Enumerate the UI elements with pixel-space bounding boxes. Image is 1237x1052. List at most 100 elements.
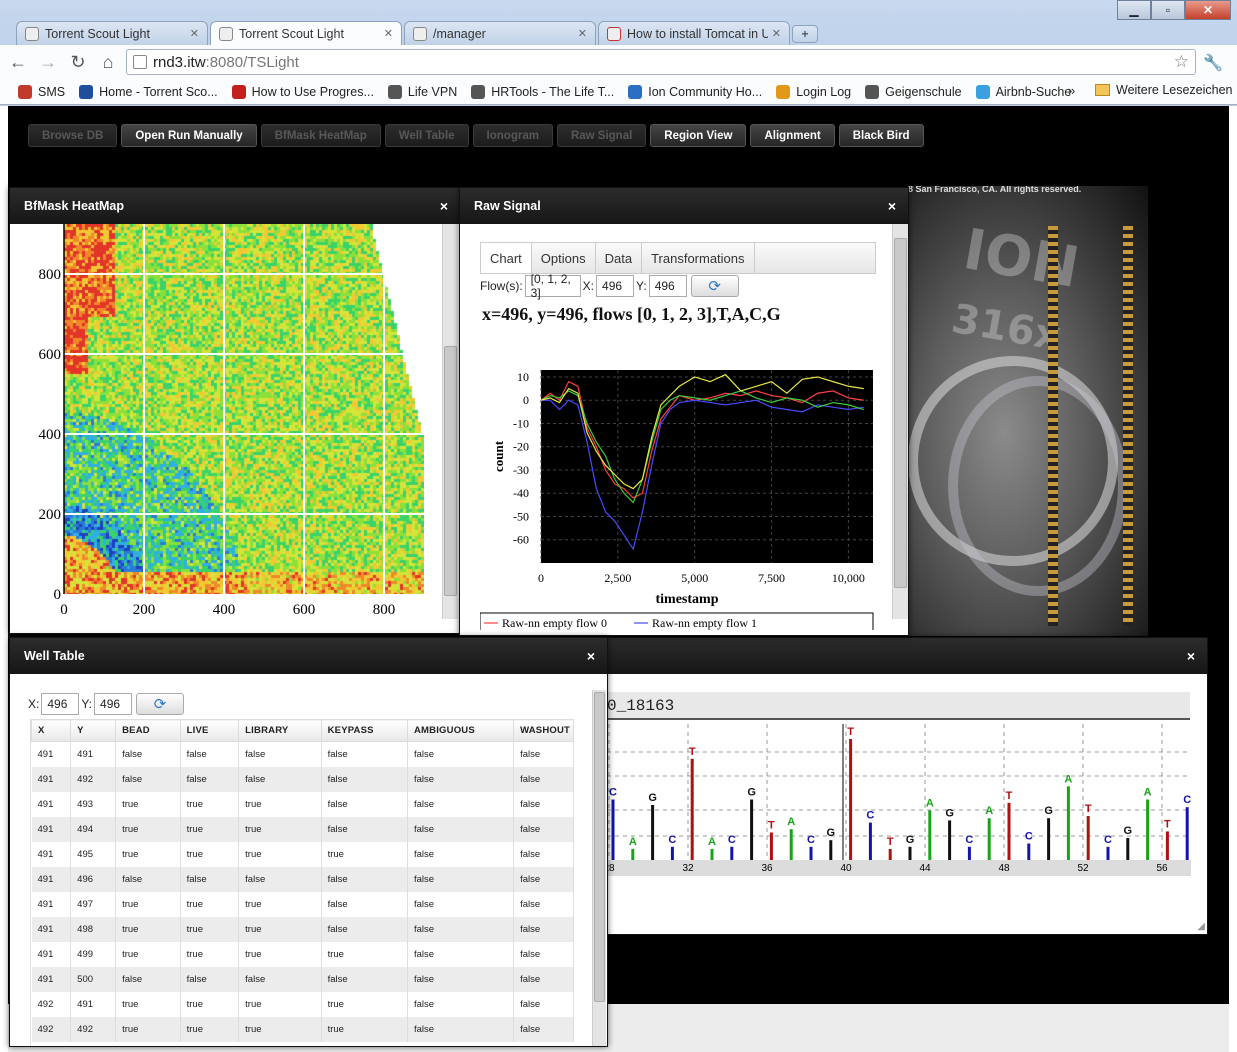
address-bar[interactable]: rnd3.itw:8080/TSLight ☆ [126, 49, 1196, 75]
table-cell: true [321, 941, 408, 967]
nav-button-browse-db[interactable]: Browse DB [28, 124, 118, 147]
close-tab-icon[interactable]: ✕ [772, 27, 781, 40]
nav-button-region-view[interactable]: Region View [650, 124, 747, 147]
column-header[interactable]: LIVE [179, 719, 240, 742]
x-input[interactable]: 496 [41, 693, 80, 715]
table-cell: 495 [70, 841, 117, 867]
refresh-button[interactable]: ⟳ [690, 275, 739, 297]
back-arrow-icon[interactable]: ← [6, 50, 30, 74]
vertical-scrollbar[interactable] [892, 224, 908, 619]
nav-button-raw-signal[interactable]: Raw Signal [556, 124, 647, 147]
column-header[interactable]: LIBRARY [238, 719, 322, 742]
table-row[interactable]: 491 493 true true true false false false [31, 791, 574, 817]
nav-button-open-run-manually[interactable]: Open Run Manually [121, 124, 257, 147]
table-cell: false [115, 866, 181, 892]
table-cell: 491 [31, 966, 72, 992]
bookmark-star-icon[interactable]: ☆ [1174, 52, 1189, 72]
close-icon[interactable]: × [888, 198, 896, 214]
table-cell: true [238, 816, 322, 842]
close-window-button[interactable]: ✕ [1185, 0, 1231, 20]
base-label: C [668, 834, 676, 846]
bookmark-item[interactable]: Geigenschule [865, 84, 962, 99]
browser-tab[interactable]: How to install Tomcat in Ub ✕ [598, 21, 790, 45]
table-cell: false [513, 816, 574, 842]
column-header[interactable]: KEYPASS [320, 719, 408, 742]
table-cell: false [407, 841, 515, 867]
chart-legend: Raw-nn empty flow 0Raw-nn empty flow 1Ra… [480, 612, 874, 630]
column-header[interactable]: WASHOUT [513, 719, 574, 742]
column-header[interactable]: Y [70, 719, 117, 742]
tab-chart[interactable]: Chart [481, 243, 532, 273]
bookmark-item[interactable]: Airbnb-Suche [975, 84, 1071, 99]
flows-input[interactable]: [0, 1, 2, 3] [524, 272, 581, 300]
resize-handle-icon[interactable]: ◢ [1197, 921, 1205, 932]
table-row[interactable]: 491 492 false false false false false false [31, 766, 574, 792]
table-row[interactable]: 491 500 false false false false false false [31, 966, 574, 992]
nav-button-ionogram[interactable]: Ionogram [472, 124, 553, 147]
legend-label: Raw-nn empty flow 1 [652, 616, 757, 630]
browser-tab[interactable]: /manager ✕ [404, 21, 596, 45]
minimize-button[interactable]: ▁ [1117, 0, 1151, 20]
close-tab-icon[interactable]: ✕ [384, 27, 393, 40]
x-input[interactable]: 496 [596, 275, 635, 297]
column-header[interactable]: X [31, 719, 72, 742]
bookmark-label: HRTools - The Life T... [491, 84, 615, 99]
close-icon[interactable]: × [587, 648, 595, 664]
new-tab-button[interactable]: + [792, 25, 818, 43]
forward-arrow-icon[interactable]: → [36, 50, 60, 74]
column-header[interactable]: AMBIGUOUS [406, 719, 515, 742]
nav-button-black-bird[interactable]: Black Bird [838, 124, 924, 147]
nav-button-alignment[interactable]: Alignment [750, 124, 835, 147]
table-row[interactable]: 491 496 false false false false false false [31, 866, 574, 892]
bookmark-item[interactable]: Login Log [776, 84, 851, 99]
bookmark-item[interactable]: Life VPN [387, 84, 457, 99]
bookmark-item[interactable]: How to Use Progres... [231, 84, 374, 99]
bookmark-item[interactable]: Ion Community Ho... [628, 84, 762, 99]
bookmark-item[interactable]: SMS [18, 84, 65, 99]
tab-data[interactable]: Data [596, 243, 643, 273]
close-icon[interactable]: × [440, 198, 448, 214]
table-cell: true [115, 791, 181, 817]
table-row[interactable]: 491 495 true true true true false false [31, 841, 574, 867]
wrench-icon[interactable]: 🔧 [1203, 53, 1223, 73]
table-cell: false [321, 816, 408, 842]
bookmark-item[interactable]: Home - Torrent Sco... [79, 84, 218, 99]
close-icon[interactable]: × [1187, 648, 1195, 664]
table-row[interactable]: 492 491 true true true true false false [31, 991, 574, 1017]
table-cell: 493 [70, 791, 117, 817]
home-icon[interactable]: ⌂ [96, 50, 120, 74]
maximize-button[interactable]: ▫ [1151, 0, 1185, 20]
bookmark-item[interactable]: HRTools - The Life T... [471, 84, 615, 99]
nav-button-well-table[interactable]: Well Table [384, 124, 469, 147]
column-header[interactable]: BEAD [115, 719, 181, 742]
reload-icon[interactable]: ↻ [66, 50, 90, 74]
table-row[interactable]: 491 494 true true true false false false [31, 816, 574, 842]
table-row[interactable]: 491 499 true true true true false false [31, 941, 574, 967]
other-bookmarks[interactable]: Weitere Lesezeichen [1095, 83, 1233, 97]
refresh-button[interactable]: ⟳ [136, 693, 185, 715]
y-input[interactable]: 496 [94, 693, 133, 715]
table-cell: 491 [31, 816, 72, 842]
tab-transformations[interactable]: Transformations [642, 243, 755, 273]
vertical-scrollbar[interactable] [442, 224, 458, 619]
nav-button-bfmask-heatmap[interactable]: BfMask HeatMap [260, 124, 381, 147]
table-row[interactable]: 492 492 true true true true false false [31, 1016, 574, 1042]
browser-tab[interactable]: Torrent Scout Light ✕ [16, 21, 208, 45]
tab-options[interactable]: Options [532, 243, 596, 273]
close-tab-icon[interactable]: ✕ [190, 27, 199, 40]
browser-tab-active[interactable]: Torrent Scout Light ✕ [210, 21, 402, 45]
signal-input-row: Flow(s): [0, 1, 2, 3] X: 496 Y: 496 ⟳ [480, 272, 739, 300]
bookmark-favicon-icon [471, 84, 486, 99]
base-label: T [689, 746, 696, 758]
table-cell: 491 [31, 841, 72, 867]
bookmarks-more-icon[interactable]: » [1068, 83, 1075, 98]
table-row[interactable]: 491 497 true true true false false false [31, 891, 574, 917]
table-row[interactable]: 491 491 false false false false false false [31, 741, 574, 767]
flow-bar [611, 799, 615, 860]
table-container: X Y BEAD LIVE LIBRARY KEYPASS AMBIGUOUS WASHOUT… [30, 719, 574, 1046]
close-tab-icon[interactable]: ✕ [578, 27, 587, 40]
table-row[interactable]: 491 498 true true true false false false [31, 916, 574, 942]
y-input[interactable]: 496 [648, 275, 687, 297]
vertical-scrollbar[interactable] [592, 690, 606, 1046]
chart-heading: x=496, y=496, flows [0, 1, 2, 3],T,A,C,G [482, 304, 781, 324]
